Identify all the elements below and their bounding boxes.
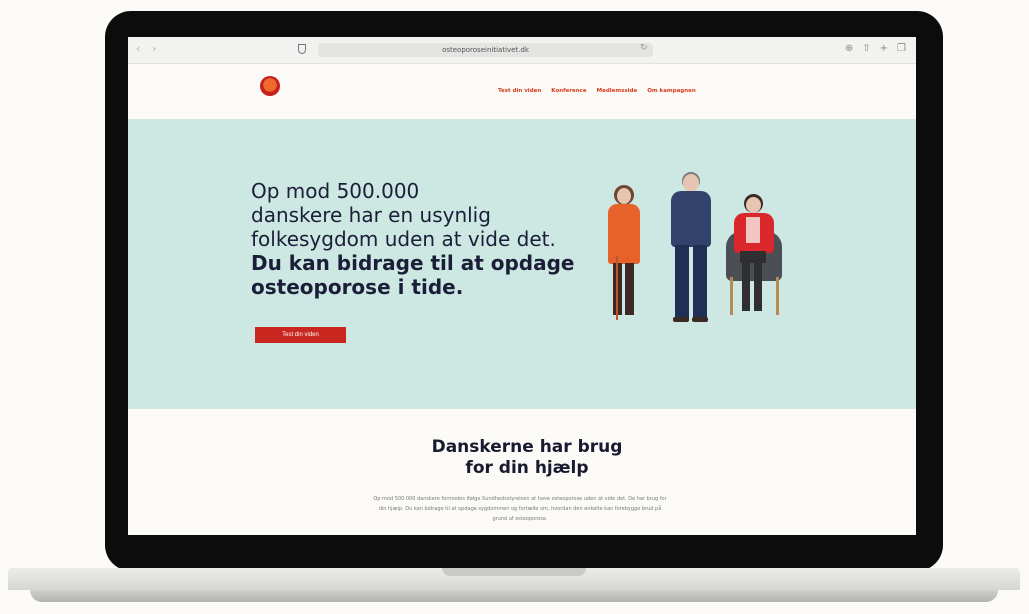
section-title-line-2: for din hjælp bbox=[465, 458, 589, 478]
section-title-line-1: Danskerne har brug bbox=[431, 437, 623, 457]
nav-link-test-din-viden[interactable]: Test din viden bbox=[498, 88, 541, 94]
shield-icon[interactable] bbox=[298, 44, 306, 54]
address-bar[interactable]: osteoporoseinitiativet.dk bbox=[318, 43, 653, 57]
section-body-text: Op mod 500.000 danskere formodes ifølge … bbox=[373, 496, 667, 522]
site-logo[interactable] bbox=[250, 76, 290, 110]
laptop-base-edge bbox=[30, 590, 998, 602]
new-tab-icon[interactable]: + bbox=[880, 42, 888, 56]
laptop-notch bbox=[442, 568, 586, 576]
test-knowledge-button[interactable]: Test din viden bbox=[255, 327, 346, 343]
main-nav: Test din viden Konference Medlemsside Om… bbox=[498, 88, 696, 94]
hero-strong-1: Du kan bidrage til at opdage bbox=[251, 251, 575, 275]
laptop-screen: ‹ › osteoporoseinitiativet.dk ↻ ⊕ ⇧ + ❐ … bbox=[128, 37, 916, 535]
browser-toolbar: ‹ › osteoporoseinitiativet.dk ↻ ⊕ ⇧ + ❐ bbox=[128, 37, 916, 64]
hero-strong-2: osteoporose i tide. bbox=[251, 275, 464, 299]
share-icon[interactable]: ⇧ bbox=[862, 42, 870, 56]
hero-section: Op mod 500.000 danskere har en usynlig f… bbox=[128, 119, 916, 409]
hero-heading: Op mod 500.000 danskere har en usynlig f… bbox=[251, 179, 611, 299]
logo-mark-icon bbox=[260, 76, 280, 96]
hero-line-3: folkesygdom uden at vide det. bbox=[251, 227, 556, 251]
site-header: Test din viden Konference Medlemsside Om… bbox=[128, 64, 916, 119]
nav-link-medlemsside[interactable]: Medlemsside bbox=[597, 88, 638, 94]
hero-line-1: Op mod 500.000 bbox=[251, 179, 420, 203]
section-heading: Danskerne har brug for din hjælp bbox=[372, 437, 682, 479]
back-forward-icons[interactable]: ‹ › bbox=[136, 42, 160, 55]
hero-line-2: danskere har en usynlig bbox=[251, 203, 491, 227]
hero-people-image bbox=[596, 171, 796, 351]
nav-link-om-kampagnen[interactable]: Om kampagnen bbox=[647, 88, 696, 94]
nav-link-konference[interactable]: Konference bbox=[551, 88, 586, 94]
download-icon[interactable]: ⊕ bbox=[845, 42, 853, 56]
tabs-icon[interactable]: ❐ bbox=[897, 42, 906, 56]
browser-actions: ⊕ ⇧ + ❐ bbox=[845, 42, 906, 56]
reload-icon[interactable]: ↻ bbox=[640, 43, 648, 53]
